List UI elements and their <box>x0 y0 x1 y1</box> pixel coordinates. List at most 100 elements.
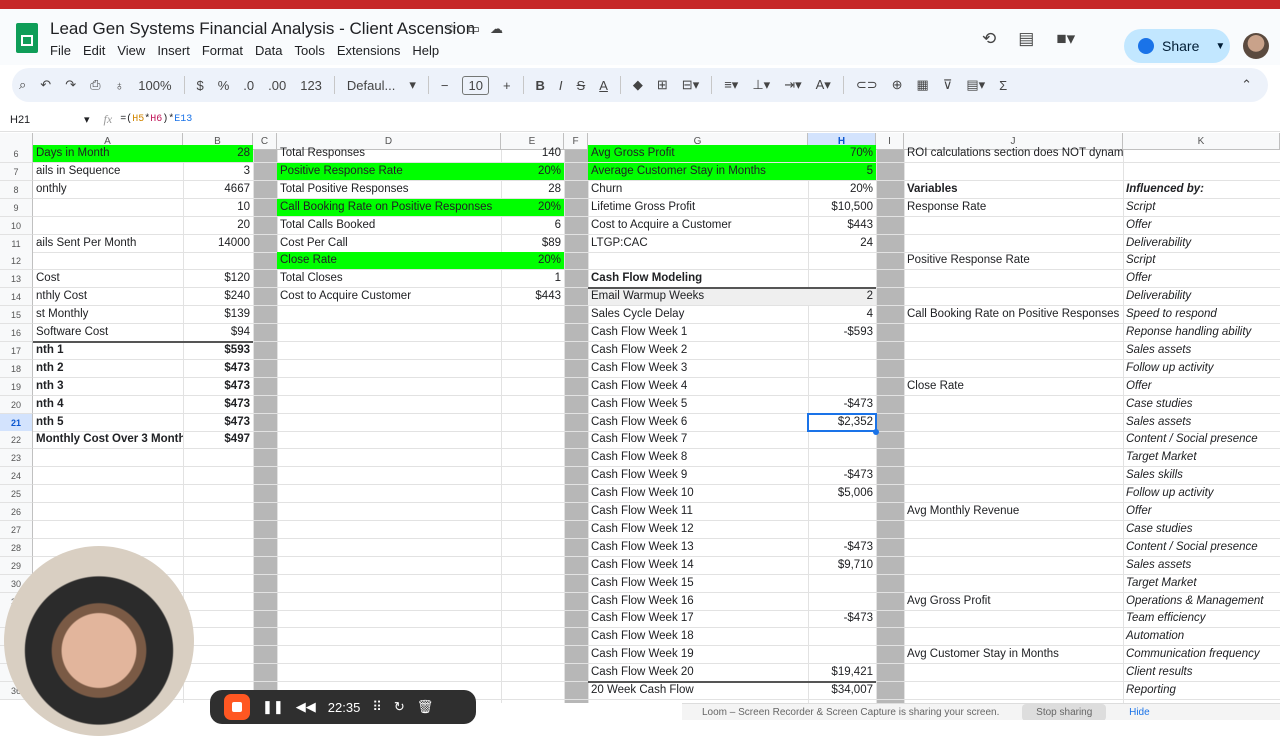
row-header[interactable]: 28 <box>0 538 33 557</box>
row-header[interactable]: 18 <box>0 359 33 378</box>
cell-e19[interactable] <box>501 378 564 395</box>
cell-d25[interactable] <box>277 485 501 502</box>
cell-e22[interactable] <box>501 431 564 448</box>
cell-e13[interactable]: 1 <box>501 270 564 287</box>
cell-d22[interactable] <box>277 431 501 448</box>
cell-h9[interactable]: $10,500 <box>808 199 876 216</box>
cell-e10[interactable]: 6 <box>501 217 564 234</box>
cell-h24[interactable]: -$473 <box>808 467 876 484</box>
row-header[interactable]: 16 <box>0 324 33 342</box>
cell-a10[interactable] <box>33 217 183 234</box>
cell-b22[interactable]: $497 <box>183 431 253 448</box>
zoom-select[interactable]: 100% <box>138 78 171 93</box>
menu-format[interactable]: Format <box>202 43 243 58</box>
cell-b14[interactable]: $240 <box>183 288 253 305</box>
cell-j18[interactable] <box>904 360 1123 377</box>
cell-d28[interactable] <box>277 539 501 556</box>
filter-views-icon[interactable]: ▤▾ <box>966 77 985 93</box>
cell-k27[interactable]: Case studies <box>1123 521 1280 538</box>
cell-b19[interactable]: $473 <box>183 378 253 395</box>
cell-a19[interactable]: nth 3 <box>33 378 183 395</box>
fill-color-icon[interactable]: ◆ <box>633 77 643 93</box>
cell-e27[interactable] <box>501 521 564 538</box>
paint-format-icon[interactable]: ♁ <box>115 78 125 93</box>
cell-h35[interactable]: $19,421 <box>808 664 876 681</box>
collapse-toolbar-icon[interactable]: ⌃ <box>1241 77 1252 93</box>
cell-a20[interactable]: nth 4 <box>33 396 183 413</box>
cell-h33[interactable] <box>808 628 876 645</box>
cell-j33[interactable] <box>904 628 1123 645</box>
cell-g31[interactable]: Cash Flow Week 16 <box>588 593 808 610</box>
percent-format-button[interactable]: % <box>218 78 230 93</box>
cell-d30[interactable] <box>277 575 501 592</box>
cell-b26[interactable] <box>183 503 253 520</box>
cell-h31[interactable] <box>808 593 876 610</box>
row-header[interactable]: 17 <box>0 341 33 360</box>
menu-tools[interactable]: Tools <box>294 43 324 58</box>
print-icon[interactable]: ⎙ <box>90 77 100 93</box>
cell-e30[interactable] <box>501 575 564 592</box>
row-header[interactable]: 22 <box>0 431 33 450</box>
cell-k31[interactable]: Operations & Management <box>1123 593 1280 610</box>
cell-d18[interactable] <box>277 360 501 377</box>
cell-j8[interactable]: Variables <box>904 181 1123 198</box>
menu-view[interactable]: View <box>117 43 145 58</box>
cell-k19[interactable]: Offer <box>1123 378 1280 395</box>
row-header[interactable]: 11 <box>0 234 33 253</box>
cell-g8[interactable]: Churn <box>588 181 808 198</box>
cell-g17[interactable]: Cash Flow Week 2 <box>588 342 808 359</box>
functions-button[interactable]: Σ <box>999 78 1007 93</box>
cell-k17[interactable]: Sales assets <box>1123 342 1280 359</box>
cell-g25[interactable]: Cash Flow Week 10 <box>588 485 808 502</box>
cell-g29[interactable]: Cash Flow Week 14 <box>588 557 808 574</box>
drag-handle-icon[interactable]: ⠿ <box>372 699 382 715</box>
cell-e21[interactable] <box>501 414 564 431</box>
cell-g11[interactable]: LTGP:CAC <box>588 235 808 252</box>
cell-k32[interactable]: Team efficiency <box>1123 610 1280 627</box>
pause-icon[interactable]: ❚❚ <box>262 699 284 715</box>
cell-e36[interactable] <box>501 682 564 699</box>
cell-h18[interactable] <box>808 360 876 377</box>
currency-format-button[interactable]: $ <box>197 78 204 93</box>
move-folder-icon[interactable]: ▭ <box>468 21 480 37</box>
filter-icon[interactable]: ⊽ <box>943 77 953 93</box>
cell-a27[interactable] <box>33 521 183 538</box>
cell-a17[interactable]: nth 1 <box>33 342 183 359</box>
row-header[interactable]: 23 <box>0 449 33 468</box>
cell-b20[interactable]: $473 <box>183 396 253 413</box>
cell-h36[interactable]: $34,007 <box>808 682 876 699</box>
cell-g36[interactable]: 20 Week Cash Flow <box>588 682 808 699</box>
cell-d6[interactable]: Total Responses <box>277 145 501 162</box>
cell-k35[interactable]: Client results <box>1123 664 1280 681</box>
row-header[interactable]: 21 <box>0 413 33 432</box>
menu-data[interactable]: Data <box>255 43 282 58</box>
cell-h7[interactable]: 5 <box>808 162 876 180</box>
active-cell-selection[interactable] <box>807 412 877 432</box>
cell-g12[interactable] <box>588 252 808 269</box>
cell-d21[interactable] <box>277 414 501 431</box>
cell-d20[interactable] <box>277 396 501 413</box>
cell-e26[interactable] <box>501 503 564 520</box>
hide-notice-button[interactable]: Hide <box>1129 707 1150 718</box>
cell-e7[interactable]: 20% <box>501 162 564 180</box>
cell-j35[interactable] <box>904 664 1123 681</box>
meet-icon[interactable]: ■▾ <box>1056 29 1075 49</box>
cell-d29[interactable] <box>277 557 501 574</box>
cell-h23[interactable] <box>808 449 876 466</box>
cell-b15[interactable]: $139 <box>183 306 253 323</box>
cell-k36[interactable]: Reporting <box>1123 682 1280 699</box>
cell-a6[interactable]: Days in Month <box>33 145 183 162</box>
cell-e15[interactable] <box>501 306 564 323</box>
cell-b27[interactable] <box>183 521 253 538</box>
cell-b28[interactable] <box>183 539 253 556</box>
cell-g13[interactable]: Cash Flow Modeling <box>588 270 808 287</box>
cell-g23[interactable]: Cash Flow Week 8 <box>588 449 808 466</box>
undo-icon[interactable]: ↶ <box>40 77 51 93</box>
cell-k24[interactable]: Sales skills <box>1123 467 1280 484</box>
cell-e34[interactable] <box>501 646 564 663</box>
row-header[interactable]: 9 <box>0 198 33 217</box>
cell-j26[interactable]: Avg Monthly Revenue <box>904 503 1123 520</box>
cell-k33[interactable]: Automation <box>1123 628 1280 645</box>
cell-h8[interactable]: 20% <box>808 181 876 198</box>
cell-d11[interactable]: Cost Per Call <box>277 235 501 252</box>
